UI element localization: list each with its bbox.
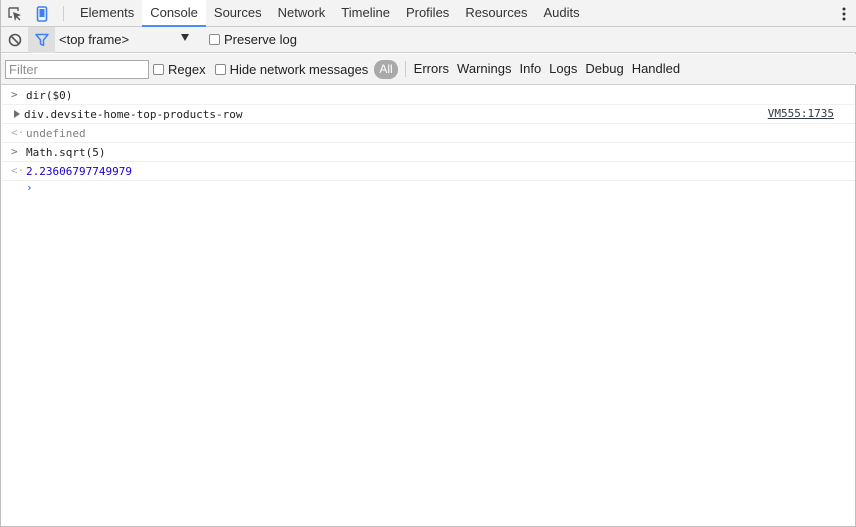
regex-label: Regex [168,61,206,77]
object-expander[interactable]: div.devsite-home-top-products-row [14,108,243,121]
result-arrow-icon: <· [11,126,25,139]
preserve-log-label: Preserve log [224,32,297,47]
tab-console[interactable]: Console [142,0,206,27]
result-value: undefined [26,126,86,140]
console-messages[interactable]: > dir($0) div.devsite-home-top-products-… [2,86,855,526]
hide-network-toggle[interactable]: Hide network messages [214,61,369,77]
console-command: Math.sqrt(5) [26,145,106,159]
regex-toggle[interactable]: Regex [153,62,206,77]
tab-network[interactable]: Network [270,0,334,26]
console-prompt[interactable]: › [2,181,855,200]
devtools-window: Elements Console Sources Network Timeline Pro… [0,0,856,527]
kebab-menu-icon[interactable] [830,0,856,27]
tab-timeline[interactable]: Timeline [333,0,398,26]
hide-network-label: Hide network messages [229,61,369,77]
prompt-caret-icon: › [26,181,33,194]
tab-resources[interactable]: Resources [457,0,535,26]
result-arrow-icon: <· [11,164,25,177]
level-errors-button[interactable]: Errors [410,59,453,79]
console-result-row: <· undefined [2,124,855,143]
console-input-row: > Math.sqrt(5) [2,143,855,162]
console-result-row: <· 2.23606797749979 [2,162,855,181]
console-filter-bar: Regex Hide network messages All ErrorsWa… [1,54,856,85]
level-warnings-button[interactable]: Warnings [453,59,515,79]
object-label: div.devsite-home-top-products-row [24,107,243,121]
filter-separator [404,61,406,77]
source-link[interactable]: VM555:1735 [768,105,834,123]
input-chevron-icon: > [11,88,18,101]
chevron-down-icon [181,33,189,41]
tab-elements[interactable]: Elements [72,0,142,26]
input-chevron-icon: > [11,145,18,158]
preserve-log-checkbox[interactable] [209,34,220,45]
level-all-button[interactable]: All [374,59,398,79]
expand-triangle-icon[interactable] [14,110,20,118]
console-object-row: div.devsite-home-top-products-row VM555:… [2,105,855,124]
level-logs-button[interactable]: Logs [545,59,581,79]
tab-profiles[interactable]: Profiles [398,0,457,26]
frame-context-select[interactable]: <top frame> [59,30,189,50]
devtools-tabbar: Elements Console Sources Network Timeline Pro… [1,0,856,27]
tab-separator [63,6,64,21]
frame-select-value: <top frame> [59,32,130,47]
level-debug-button[interactable]: Debug [581,59,627,79]
console-toolbar: <top frame> Preserve log [1,26,856,53]
inspect-element-icon[interactable] [1,0,28,27]
result-value: 2.23606797749979 [26,164,132,178]
level-info-button[interactable]: Info [515,59,545,79]
console-command: dir($0) [26,88,73,102]
tab-audits[interactable]: Audits [535,0,587,26]
preserve-log-toggle[interactable]: Preserve log [209,32,297,47]
level-handled-button[interactable]: Handled [628,59,684,79]
clear-console-icon[interactable] [1,27,28,53]
filter-icon[interactable] [28,26,55,53]
console-input-row: > dir($0) [2,86,855,105]
tab-sources[interactable]: Sources [206,0,270,26]
hide-network-checkbox[interactable] [214,63,226,75]
regex-checkbox[interactable] [153,63,164,75]
filter-input[interactable] [5,59,149,79]
device-mode-icon[interactable] [28,0,55,27]
